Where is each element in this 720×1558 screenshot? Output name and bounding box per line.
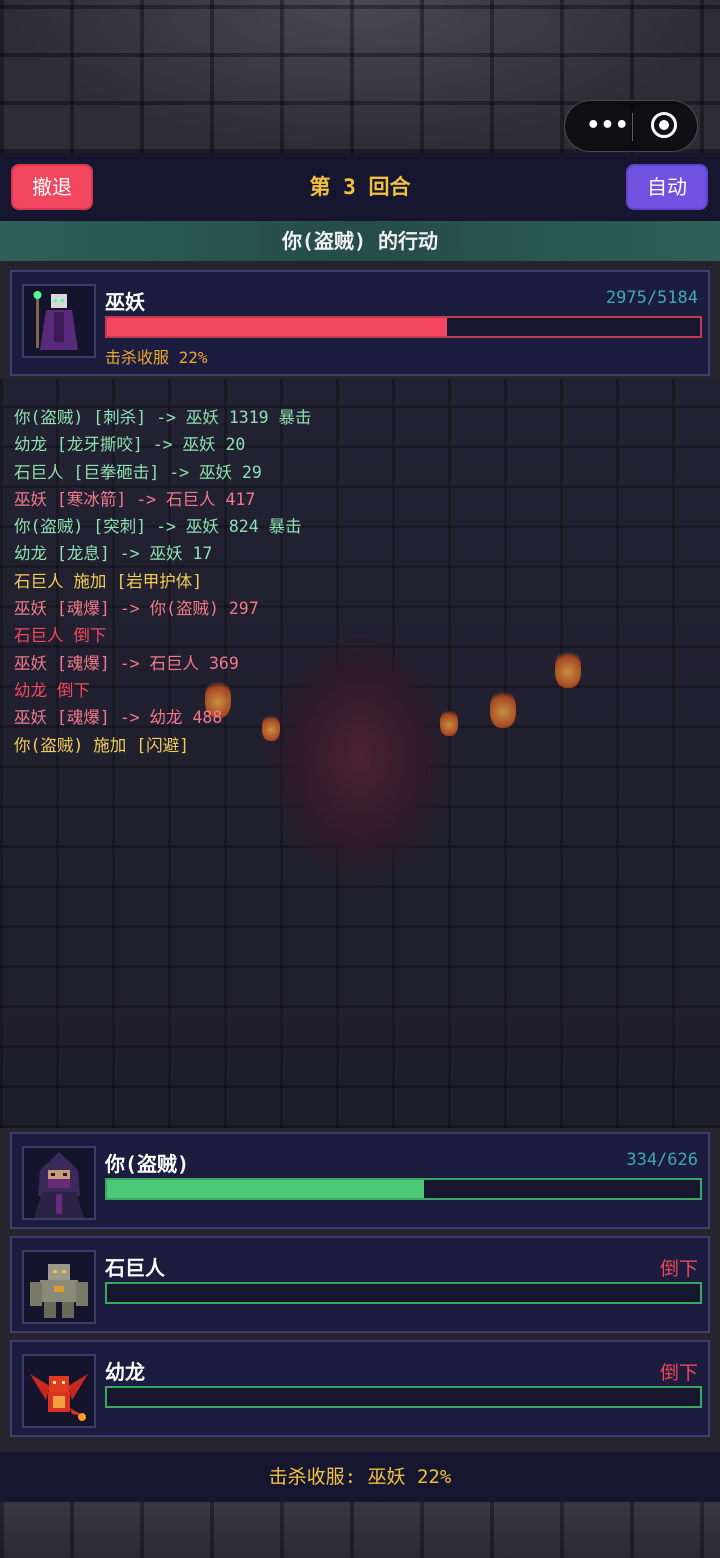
battle-log-line: 幼龙 [龙息] -> 巫妖 17 — [14, 544, 213, 564]
party-member-hp-fill — [107, 1180, 424, 1198]
party-member-down-status: 倒下 — [659, 1362, 698, 1384]
party-member-hp-bar — [105, 1178, 702, 1200]
battle-log-line: 石巨人 [巨拳砸击] -> 巫妖 29 — [14, 462, 262, 482]
battle-log-line: 巫妖 [魂爆] -> 幼龙 488 — [14, 708, 223, 728]
party-member-hp-bar — [105, 1386, 702, 1408]
battle-header: 撤退 第 3 回合 自动 — [0, 153, 720, 221]
lich-portrait-icon — [22, 284, 96, 358]
battle-log-line: 巫妖 [魂爆] -> 你(盗贼) 297 — [14, 599, 259, 619]
battle-log-line: 幼龙 [龙牙撕咬] -> 巫妖 20 — [14, 435, 246, 455]
party-card-young-dragon[interactable]: 幼龙 倒下 — [10, 1340, 710, 1437]
party-member-hp-text: 334/626 — [626, 1150, 698, 1170]
party-member-name: 你(盗贼) — [105, 1152, 190, 1176]
young-dragon-portrait-icon — [22, 1354, 96, 1428]
turn-banner: 你(盗贼) 的行动 — [0, 221, 720, 261]
enemy-hp-bar — [105, 316, 702, 338]
capsule-divider — [632, 113, 633, 141]
party-member-down-status: 倒下 — [659, 1258, 698, 1280]
retreat-button[interactable]: 撤退 — [11, 164, 93, 210]
enemy-hp-fill — [107, 318, 448, 336]
dungeon-floor-background — [0, 1500, 720, 1558]
target-close-icon[interactable] — [651, 112, 677, 138]
battle-log-line: 你(盗贼) [刺杀] -> 巫妖 1319 暴击 — [14, 408, 312, 427]
battle-log-line: 石巨人 倒下 — [14, 626, 107, 646]
party-member-name: 幼龙 — [105, 1360, 145, 1384]
battle-log-line: 巫妖 [寒冰箭] -> 石巨人 417 — [14, 489, 256, 509]
enemy-hp-text: 2975/5184 — [605, 288, 698, 308]
enemy-name: 巫妖 — [105, 290, 145, 314]
more-dots-icon[interactable]: ••• — [583, 113, 633, 139]
party-member-name: 石巨人 — [105, 1256, 165, 1280]
auto-button[interactable]: 自动 — [626, 164, 708, 210]
party-card-rogue[interactable]: 你(盗贼) 334/626 — [10, 1132, 710, 1229]
capture-summary-footer: 击杀收服: 巫妖 22% — [0, 1452, 720, 1502]
battle-log-line: 你(盗贼) [突刺] -> 巫妖 824 暴击 — [14, 517, 302, 537]
battle-log-line: 你(盗贼) 施加 [闪避] — [14, 735, 190, 755]
miniprogram-capsule: ••• — [564, 100, 698, 152]
stone-golem-portrait-icon — [22, 1250, 96, 1324]
capture-chance-text: 击杀收服 22% — [105, 348, 208, 367]
battle-log: 你(盗贼) [刺杀] -> 巫妖 1319 暴击 幼龙 [龙牙撕咬] -> 巫妖 … — [14, 404, 704, 759]
battle-log-line: 幼龙 倒下 — [14, 680, 90, 700]
enemy-card-boss[interactable]: 巫妖 2975/5184 击杀收服 22% — [10, 270, 710, 376]
party-member-hp-bar — [105, 1282, 702, 1304]
round-title: 第 3 回合 — [309, 175, 411, 199]
battle-log-line: 巫妖 [魂爆] -> 石巨人 369 — [14, 653, 239, 673]
party-card-stone-golem[interactable]: 石巨人 倒下 — [10, 1236, 710, 1333]
battle-log-line: 石巨人 施加 [岩甲护体] — [14, 571, 203, 591]
rogue-portrait-icon — [22, 1146, 96, 1220]
